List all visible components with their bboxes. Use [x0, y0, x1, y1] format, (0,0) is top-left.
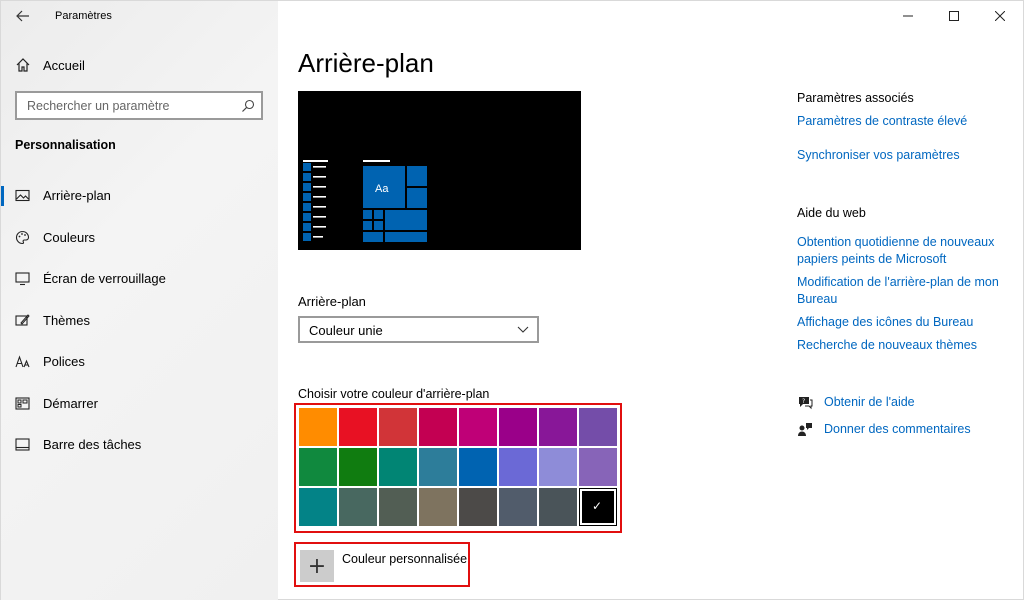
- minimize-icon: [903, 15, 913, 17]
- color-palette: ✓: [294, 403, 622, 533]
- sidebar-item-colors[interactable]: Couleurs: [1, 217, 278, 259]
- nav-home-label: Accueil: [43, 58, 85, 73]
- sidebar-item-label: Thèmes: [43, 312, 90, 328]
- nav-home[interactable]: Accueil: [1, 51, 278, 79]
- preview-tiles: Aa: [363, 166, 427, 242]
- color-swatch[interactable]: [419, 448, 457, 486]
- color-swatch[interactable]: [379, 448, 417, 486]
- background-label: Arrière-plan: [298, 294, 366, 309]
- sidebar-item-label: Barre des tâches: [43, 437, 142, 452]
- themes-icon: [15, 313, 30, 326]
- preview-tile-text: Aa: [375, 183, 389, 195]
- close-icon: [995, 11, 1005, 21]
- page-title: Arrière-plan: [298, 48, 434, 78]
- color-swatch[interactable]: [579, 448, 617, 486]
- svg-text:?: ?: [802, 398, 805, 405]
- link-high-contrast[interactable]: Paramètres de contraste élevé: [797, 113, 1007, 130]
- color-swatch[interactable]: [459, 408, 497, 446]
- home-icon: [16, 58, 30, 72]
- color-swatch[interactable]: [579, 408, 617, 446]
- color-swatch[interactable]: [419, 408, 457, 446]
- back-button[interactable]: [9, 5, 37, 27]
- start-icon: [15, 396, 30, 410]
- color-swatch[interactable]: [379, 408, 417, 446]
- search-input[interactable]: Rechercher un paramètre: [15, 91, 263, 120]
- color-swatch[interactable]: [379, 488, 417, 526]
- custom-color-button[interactable]: + Couleur personnalisée: [294, 542, 470, 587]
- back-arrow-icon: [16, 10, 29, 22]
- color-label: Choisir votre couleur d'arrière-plan: [298, 387, 490, 401]
- sidebar-item-label: Écran de verrouillage: [43, 271, 166, 286]
- sidebar-item-lock-screen[interactable]: Écran de verrouillage: [1, 258, 278, 300]
- sidebar-item-fonts[interactable]: Polices: [1, 341, 278, 383]
- color-swatch[interactable]: [339, 488, 377, 526]
- sidebar-item-themes[interactable]: Thèmes: [1, 300, 278, 342]
- feedback-label: Donner des commentaires: [824, 422, 971, 436]
- web-help-heading: Aide du web: [797, 206, 866, 220]
- palette-icon: [15, 230, 30, 244]
- color-swatch[interactable]: [539, 408, 577, 446]
- preview-tiles-line: [363, 160, 390, 162]
- plus-icon: +: [300, 550, 334, 582]
- swatch-grid: ✓: [299, 408, 617, 526]
- color-swatch[interactable]: [499, 448, 537, 486]
- sidebar-item-label: Démarrer: [43, 395, 98, 411]
- sidebar-item-background[interactable]: Arrière-plan: [1, 175, 278, 217]
- search-icon: [242, 99, 255, 112]
- color-swatch[interactable]: [539, 488, 577, 526]
- background-preview: Aa: [298, 91, 581, 250]
- taskbar-icon: [15, 438, 30, 451]
- checkmark-icon: ✓: [592, 499, 603, 513]
- sidebar-item-label: Couleurs: [43, 229, 96, 245]
- custom-color-label: Couleur personnalisée: [342, 552, 468, 566]
- settings-window: Paramètres Accueil Rechercher un paramèt…: [0, 0, 1024, 600]
- color-swatch[interactable]: ✓: [579, 488, 617, 526]
- chevron-down-icon: [517, 326, 529, 333]
- app-title: Paramètres: [55, 10, 112, 22]
- link-change-background[interactable]: Modification de l'arrière-plan de mon Bu…: [797, 274, 1007, 308]
- background-select-value: Couleur unie: [309, 323, 383, 338]
- sidebar-item-start[interactable]: Démarrer: [1, 383, 278, 425]
- window-controls: [885, 1, 1023, 31]
- lock-screen-icon: [15, 272, 30, 286]
- section-title: Personnalisation: [15, 138, 116, 152]
- feedback-link[interactable]: Donner des commentaires: [797, 422, 971, 438]
- maximize-icon: [949, 11, 959, 21]
- link-sync-settings[interactable]: Synchroniser vos paramètres: [797, 147, 1007, 164]
- minimize-button[interactable]: [885, 1, 931, 31]
- color-swatch[interactable]: [299, 488, 337, 526]
- get-help-link[interactable]: ? Obtenir de l'aide: [797, 395, 915, 411]
- link-find-themes[interactable]: Recherche de nouveaux thèmes: [797, 337, 1007, 354]
- color-swatch[interactable]: [459, 448, 497, 486]
- preview-start-menu: [303, 163, 326, 241]
- sidebar: Paramètres Accueil Rechercher un paramèt…: [1, 1, 278, 600]
- color-swatch[interactable]: [299, 408, 337, 446]
- feedback-icon: [798, 423, 812, 436]
- link-daily-wallpapers[interactable]: Obtention quotidienne de nouveaux papier…: [797, 234, 1007, 268]
- color-swatch[interactable]: [499, 488, 537, 526]
- color-swatch[interactable]: [339, 448, 377, 486]
- color-swatch[interactable]: [299, 448, 337, 486]
- sidebar-item-label: Arrière-plan: [43, 188, 111, 203]
- background-select[interactable]: Couleur unie: [298, 316, 539, 343]
- color-swatch[interactable]: [539, 448, 577, 486]
- search-placeholder: Rechercher un paramètre: [27, 99, 170, 113]
- get-help-label: Obtenir de l'aide: [824, 395, 915, 409]
- sidebar-item-taskbar[interactable]: Barre des tâches: [1, 424, 278, 466]
- title-bar: Paramètres: [1, 1, 278, 31]
- close-button[interactable]: [977, 1, 1023, 31]
- nav-list: Arrière-plan Couleurs Écran de verrouill…: [1, 175, 278, 466]
- color-swatch[interactable]: [419, 488, 457, 526]
- related-heading: Paramètres associés: [797, 91, 914, 105]
- maximize-button[interactable]: [931, 1, 977, 31]
- color-swatch[interactable]: [339, 408, 377, 446]
- picture-icon: [15, 189, 30, 202]
- help-chat-icon: ?: [799, 397, 813, 410]
- fonts-icon: [15, 355, 30, 368]
- color-swatch[interactable]: [459, 488, 497, 526]
- color-swatch[interactable]: [499, 408, 537, 446]
- sidebar-item-label: Polices: [43, 354, 85, 369]
- link-desktop-icons[interactable]: Affichage des icônes du Bureau: [797, 314, 1007, 331]
